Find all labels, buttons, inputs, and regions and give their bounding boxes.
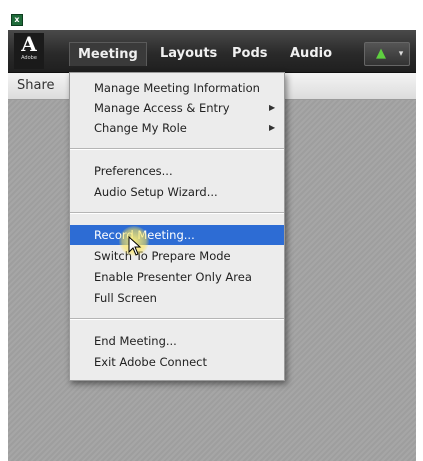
menu-item-audio-setup-wizard[interactable]: Audio Setup Wizard...	[70, 182, 284, 202]
menu-item-change-my-role[interactable]: Change My Role ▶	[70, 118, 284, 138]
menu-item-label: Manage Meeting Information	[94, 81, 260, 95]
share-pod-title: Share	[17, 78, 55, 93]
submenu-arrow-icon: ▶	[269, 103, 276, 112]
menu-item-end-meeting[interactable]: End Meeting...	[70, 331, 284, 351]
speaker-icon: ▲	[376, 46, 386, 61]
adobe-logo: A Adobe	[14, 33, 44, 69]
title-bar: x	[8, 0, 416, 30]
meeting-menu-dropdown: Manage Meeting Information Manage Access…	[69, 72, 285, 381]
menu-item-label: Preferences...	[94, 164, 173, 178]
menu-audio[interactable]: Audio	[290, 42, 332, 66]
menu-item-label: Audio Setup Wizard...	[94, 185, 218, 199]
menu-item-label: Full Screen	[94, 291, 157, 305]
chevron-down-icon[interactable]: ▾	[395, 46, 407, 62]
menu-item-label: Enable Presenter Only Area	[94, 270, 252, 284]
adobe-logo-mark: A	[21, 32, 37, 56]
excel-icon: x	[11, 14, 23, 26]
menu-item-preferences[interactable]: Preferences...	[70, 161, 284, 181]
menu-pods[interactable]: Pods	[232, 42, 268, 66]
menu-separator	[70, 212, 284, 214]
speaker-button[interactable]: ▲ ▾	[364, 42, 410, 66]
menu-item-enable-presenter-only-area[interactable]: Enable Presenter Only Area	[70, 267, 284, 287]
menu-item-full-screen[interactable]: Full Screen	[70, 288, 284, 308]
adobe-logo-text: Adobe	[21, 55, 37, 61]
menu-meeting[interactable]: Meeting	[69, 42, 147, 66]
submenu-arrow-icon: ▶	[269, 123, 276, 132]
menu-item-manage-access-entry[interactable]: Manage Access & Entry ▶	[70, 98, 284, 118]
mouse-pointer-icon	[128, 236, 142, 256]
app-window: x A Adobe Meeting Layouts Pods Audio ▲ ▾…	[8, 0, 416, 461]
menu-item-exit-adobe-connect[interactable]: Exit Adobe Connect	[70, 352, 284, 372]
menu-separator	[70, 318, 284, 320]
menu-item-switch-to-prepare-mode[interactable]: Switch To Prepare Mode	[70, 246, 284, 266]
menu-item-label: End Meeting...	[94, 334, 177, 348]
menu-item-label: Exit Adobe Connect	[94, 355, 208, 369]
menu-item-record-meeting[interactable]: Record Meeting...	[70, 225, 284, 245]
menu-item-manage-meeting-information[interactable]: Manage Meeting Information	[70, 78, 284, 98]
menu-separator	[70, 148, 284, 150]
menu-layouts[interactable]: Layouts	[160, 42, 217, 66]
menu-item-label: Change My Role	[94, 121, 187, 135]
menu-item-label: Manage Access & Entry	[94, 101, 230, 115]
menu-bar: A Adobe Meeting Layouts Pods Audio ▲ ▾	[8, 30, 416, 73]
menu-item-label: Switch To Prepare Mode	[94, 249, 231, 263]
